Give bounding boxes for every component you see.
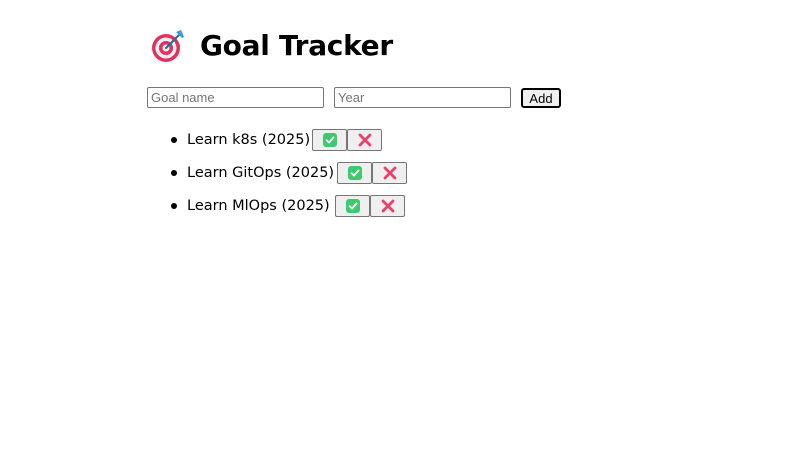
target-dart-icon xyxy=(150,28,186,64)
goal-text: Learn GitOps (2025) xyxy=(187,165,335,181)
goal-actions xyxy=(335,195,405,217)
delete-button[interactable] xyxy=(372,162,407,184)
bullet xyxy=(171,137,177,143)
goal-actions xyxy=(337,162,407,184)
check-box-icon xyxy=(345,199,360,213)
year-input[interactable] xyxy=(334,87,511,108)
goal-text: Learn MlOps (2025) xyxy=(187,198,330,214)
check-box-icon xyxy=(347,166,362,180)
complete-button[interactable] xyxy=(335,195,370,217)
complete-button[interactable] xyxy=(337,162,372,184)
goal-name-input[interactable] xyxy=(147,87,324,108)
check-box-icon xyxy=(322,133,337,147)
header: Goal Tracker xyxy=(150,27,393,65)
bullet xyxy=(171,170,177,176)
complete-button[interactable] xyxy=(312,129,347,151)
cross-mark-icon xyxy=(383,166,397,180)
page-title: Goal Tracker xyxy=(200,29,393,62)
add-button[interactable]: Add xyxy=(521,88,561,108)
bullet xyxy=(171,203,177,209)
goal-actions xyxy=(312,129,382,151)
goal-text: Learn k8s (2025) xyxy=(187,132,311,148)
cross-mark-icon xyxy=(358,133,372,147)
cross-mark-icon xyxy=(381,199,395,213)
delete-button[interactable] xyxy=(347,129,382,151)
delete-button[interactable] xyxy=(370,195,405,217)
